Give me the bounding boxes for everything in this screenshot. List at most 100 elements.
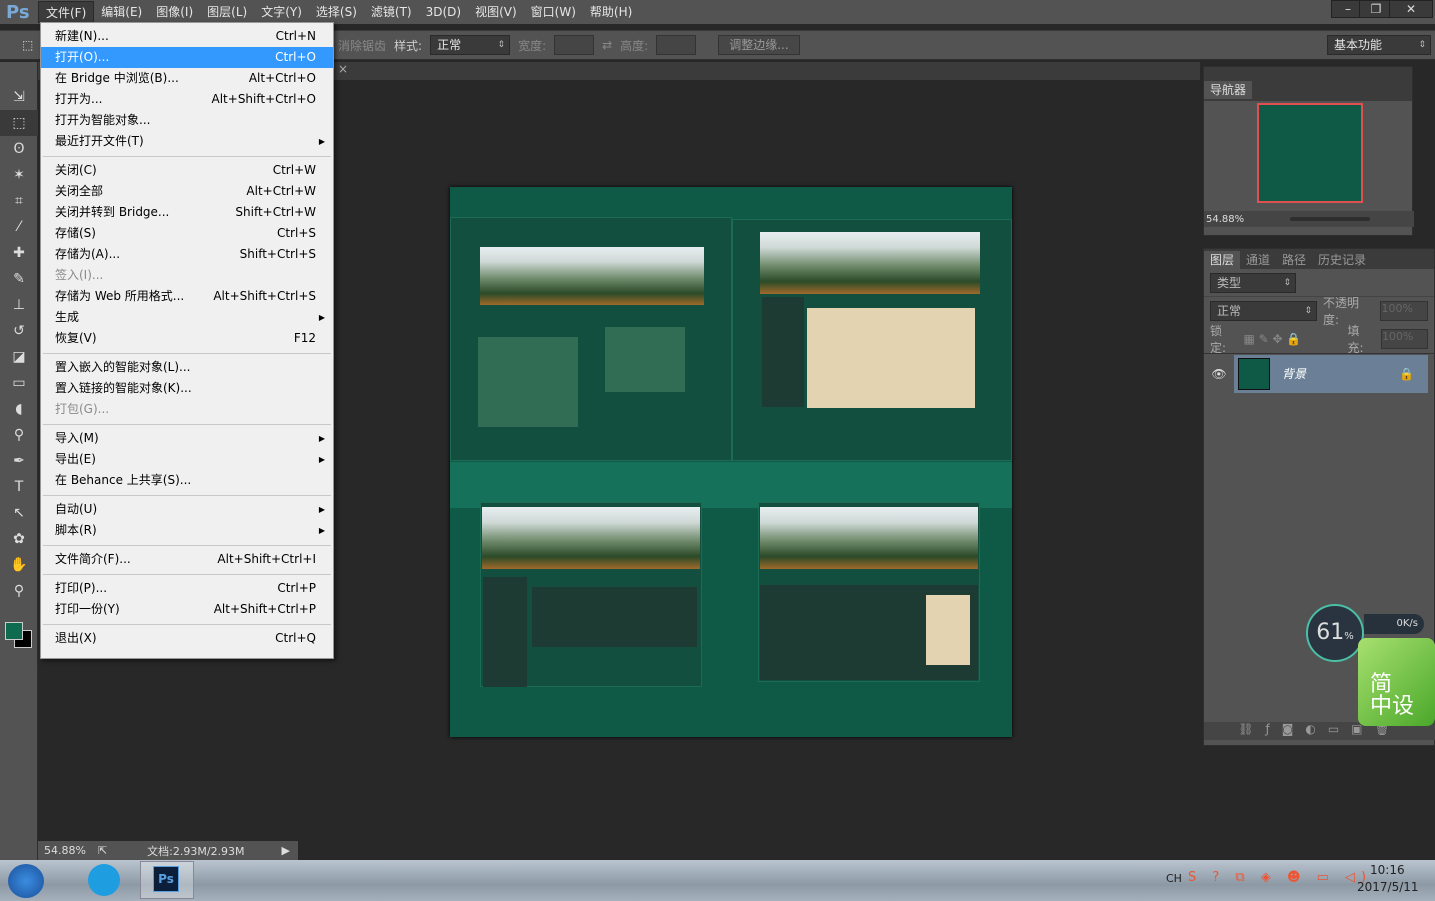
file-menu-item[interactable]: 关闭全部 Alt+Ctrl+W <box>41 181 333 202</box>
type-tool-icon[interactable]: T <box>0 474 38 500</box>
menu-5[interactable]: 选择(S) <box>309 1 364 23</box>
file-menu-item[interactable]: 关闭(C) Ctrl+W <box>41 160 333 181</box>
restore-button[interactable]: ❐ <box>1359 0 1393 18</box>
menu-8[interactable]: 视图(V) <box>468 1 524 23</box>
file-menu-item[interactable]: 存储为 Web 所用格式... Alt+Shift+Ctrl+S <box>41 286 333 307</box>
crop-tool-icon[interactable]: ⌗ <box>0 188 38 214</box>
dodge-tool-icon[interactable]: ⚲ <box>0 422 38 448</box>
file-menu-item[interactable]: 存储(S) Ctrl+S <box>41 223 333 244</box>
file-menu-item[interactable]: 生成 ▶ <box>41 307 333 328</box>
file-menu-item[interactable]: 关闭并转到 Bridge... Shift+Ctrl+W <box>41 202 333 223</box>
menu-separator <box>43 424 331 425</box>
file-menu-item[interactable]: 打开(O)... Ctrl+O <box>41 47 333 68</box>
file-menu-item[interactable]: 存储为(A)... Shift+Ctrl+S <box>41 244 333 265</box>
visibility-eye-icon[interactable]: 👁 <box>1204 367 1234 381</box>
file-menu-item[interactable]: 在 Behance 上共享(S)... <box>41 470 333 491</box>
file-menu-item[interactable]: 自动(U) ▶ <box>41 499 333 520</box>
file-menu-item[interactable]: 导入(M) ▶ <box>41 428 333 449</box>
navigator-zoom[interactable]: 54.88% <box>1204 214 1244 225</box>
history-brush-tool-icon[interactable]: ↺ <box>0 318 38 344</box>
file-menu-item[interactable]: 打印(P)... Ctrl+P <box>41 578 333 599</box>
move-tool-icon[interactable]: ⇲ <box>0 84 38 110</box>
blend-mode-select[interactable]: 正常 <box>1210 301 1317 321</box>
workspace-select[interactable]: 基本功能 <box>1327 35 1431 55</box>
layer-name[interactable]: 背景 <box>1282 365 1399 382</box>
menu-6[interactable]: 滤镜(T) <box>364 1 419 23</box>
file-menu-item[interactable]: 文件简介(F)... Alt+Shift+Ctrl+I <box>41 549 333 570</box>
file-menu-item[interactable]: 最近打开文件(T) ▶ <box>41 131 333 152</box>
file-menu-item[interactable]: 新建(N)... Ctrl+N <box>41 26 333 47</box>
clock-date[interactable]: 2017/5/11 <box>1357 880 1419 894</box>
file-menu-item[interactable]: 置入嵌入的智能对象(L)... <box>41 357 333 378</box>
eyedropper-tool-icon[interactable]: ⁄ <box>0 214 38 240</box>
layers-panel-tab[interactable]: 路径 <box>1276 251 1312 269</box>
menu-item-label: 在 Behance 上共享(S)... <box>55 473 192 487</box>
navigator-preview[interactable] <box>1257 103 1363 203</box>
marquee-tool-icon[interactable]: ⬚ <box>0 110 38 136</box>
layer-filter-select[interactable]: 类型 <box>1210 273 1296 293</box>
height-input[interactable] <box>656 35 697 55</box>
opacity-input[interactable]: 100% <box>1380 301 1428 321</box>
eraser-tool-icon[interactable]: ◪ <box>0 344 38 370</box>
file-menu-item[interactable]: 导出(E) ▶ <box>41 449 333 470</box>
shape-tool-icon[interactable]: ✿ <box>0 526 38 552</box>
close-tab-icon[interactable]: × <box>338 62 348 76</box>
healing-tool-icon[interactable]: ✚ <box>0 240 38 266</box>
blur-tool-icon[interactable]: ◖ <box>0 396 38 422</box>
status-menu-arrow-icon[interactable]: ▶ <box>282 844 290 857</box>
menu-0[interactable]: 文件(F) <box>38 1 95 23</box>
menu-7[interactable]: 3D(D) <box>419 1 468 23</box>
lock-icons[interactable]: ▦ ✎ ✥ 🔒 <box>1243 332 1341 346</box>
menu-4[interactable]: 文字(Y) <box>254 1 309 23</box>
stamp-tool-icon[interactable]: ⊥ <box>0 292 38 318</box>
file-menu-item[interactable]: 打开为智能对象... <box>41 110 333 131</box>
clock-time[interactable]: 10:16 <box>1370 863 1405 877</box>
layers-panel-tab[interactable]: 历史记录 <box>1312 251 1372 269</box>
hand-tool-icon[interactable]: ✋ <box>0 552 38 578</box>
cpu-monitor-widget[interactable]: 61% <box>1306 604 1364 662</box>
menu-9[interactable]: 窗口(W) <box>524 1 583 23</box>
file-menu-item[interactable]: 打印一份(Y) Alt+Shift+Ctrl+P <box>41 599 333 620</box>
close-button[interactable]: ✕ <box>1389 0 1433 18</box>
layer-row[interactable]: 👁 背景 🔒 <box>1204 353 1434 393</box>
swap-icon[interactable]: ⇄ <box>602 38 612 52</box>
path-select-tool-icon[interactable]: ↖ <box>0 500 38 526</box>
layers-panel-tab[interactable]: 图层 <box>1204 251 1241 269</box>
input-language[interactable]: CH <box>1166 872 1182 885</box>
layers-panel-tab[interactable]: 通道 <box>1240 251 1276 269</box>
browser-taskbar-icon[interactable] <box>88 864 120 896</box>
fill-input[interactable]: 100% <box>1380 329 1428 349</box>
menu-3[interactable]: 图层(L) <box>200 1 254 23</box>
export-icon[interactable]: ⇱ <box>98 844 107 857</box>
zoom-slider[interactable] <box>1290 217 1370 221</box>
document-canvas[interactable] <box>450 187 1012 737</box>
pen-tool-icon[interactable]: ✒ <box>0 448 38 474</box>
file-menu-item[interactable]: 脚本(R) ▶ <box>41 520 333 541</box>
file-menu-item[interactable]: 退出(X) Ctrl+Q <box>41 628 333 649</box>
menu-2[interactable]: 图像(I) <box>149 1 200 23</box>
menu-1[interactable]: 编辑(E) <box>94 1 149 23</box>
file-menu-item[interactable]: 恢复(V) F12 <box>41 328 333 349</box>
file-menu-item[interactable]: 在 Bridge 中浏览(B)... Alt+Ctrl+O <box>41 68 333 89</box>
width-input[interactable] <box>554 35 595 55</box>
photoshop-taskbar-icon[interactable]: Ps <box>153 866 179 892</box>
refine-edge-button[interactable]: 调整边缘... <box>718 35 800 55</box>
navigator-tab[interactable]: 导航器 <box>1204 81 1253 99</box>
menu-10[interactable]: 帮助(H) <box>583 1 639 23</box>
foreground-color-swatch[interactable] <box>5 622 23 640</box>
menu-item-label: 打印(P)... <box>55 581 108 595</box>
file-menu-dropdown: 新建(N)... Ctrl+N 打开(O)... Ctrl+O 在 Bridge 中浏览… <box>40 22 334 659</box>
start-button[interactable] <box>8 864 44 898</box>
tray-icons[interactable]: S ? ⧉ ◈ ☻ ▭ ◁) <box>1188 870 1372 885</box>
zoom-level[interactable]: 54.88% <box>44 844 86 857</box>
badge-text: 中设 <box>1370 694 1415 719</box>
brush-tool-icon[interactable]: ✎ <box>0 266 38 292</box>
gradient-tool-icon[interactable]: ▭ <box>0 370 38 396</box>
menu-item-shortcut: Ctrl+N <box>275 29 316 43</box>
style-select[interactable]: 正常 <box>430 35 511 55</box>
lasso-tool-icon[interactable]: ʘ <box>0 136 38 162</box>
zoom-tool-icon[interactable]: ⚲ <box>0 578 38 604</box>
file-menu-item[interactable]: 打开为... Alt+Shift+Ctrl+O <box>41 89 333 110</box>
file-menu-item[interactable]: 置入链接的智能对象(K)... <box>41 378 333 399</box>
magic-wand-tool-icon[interactable]: ✶ <box>0 162 38 188</box>
